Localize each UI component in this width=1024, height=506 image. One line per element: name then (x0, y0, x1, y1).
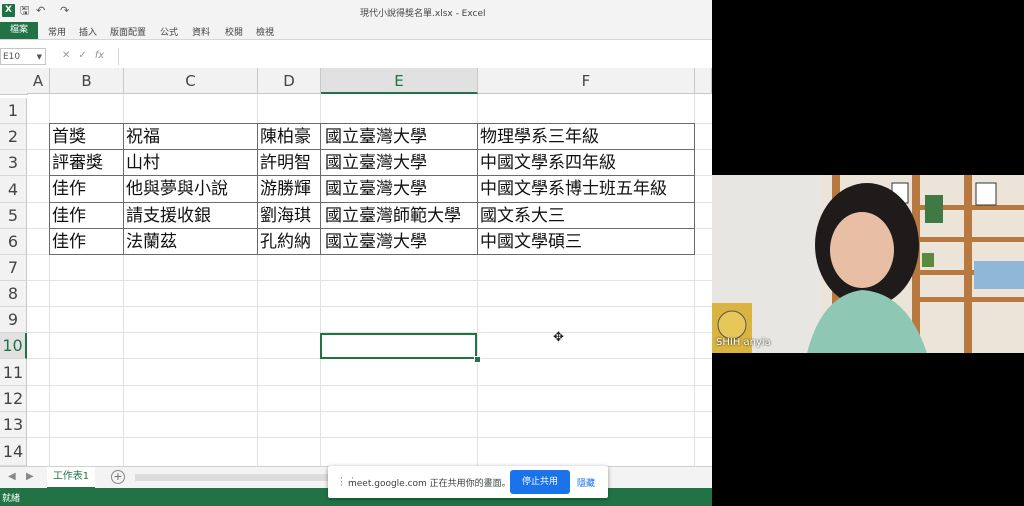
check-icon[interactable]: ✓ (78, 50, 86, 61)
column-header-e[interactable]: E (321, 68, 478, 94)
row-header-6[interactable]: 6 (0, 229, 27, 255)
row-header-14[interactable]: 14 (0, 438, 27, 466)
tab-view[interactable]: 檢視 (256, 25, 274, 38)
cross-cursor-icon: ✥ (553, 330, 564, 345)
row-header-13[interactable]: 13 (0, 412, 27, 438)
column-header-f[interactable]: F (478, 68, 695, 94)
row-header-12[interactable]: 12 (0, 386, 27, 412)
tab-formulas[interactable]: 公式 (160, 25, 178, 38)
name-box[interactable]: E10 ▼ (0, 48, 46, 65)
cell-e3[interactable]: 國立臺灣大學 (325, 150, 477, 176)
tab-review[interactable]: 校閱 (225, 25, 243, 38)
title-bar: X 🖫 ↶ ↷ 現代小說得獎名單.xlsx - Excel (0, 0, 712, 22)
participant-name: SHIH anyia (716, 337, 771, 348)
cell-c5[interactable]: 請支援收銀 (126, 203, 256, 229)
cell-d5[interactable]: 劉海琪 (260, 203, 320, 229)
share-message: meet.google.com 正在共用你的畫面。 (348, 479, 511, 489)
cell-e5[interactable]: 國立臺灣師範大學 (325, 203, 477, 229)
worksheet-grid[interactable]: A B C D E F 1 2 3 4 5 6 7 8 9 10 11 12 1… (0, 68, 712, 466)
cell-c6[interactable]: 法蘭茲 (126, 229, 256, 255)
cell-e4[interactable]: 國立臺灣大學 (325, 176, 477, 202)
cell-d3[interactable]: 許明智 (260, 150, 320, 176)
scroll-right-icon[interactable]: ▶ (26, 471, 34, 482)
cell-d6[interactable]: 孔約納 (260, 229, 320, 255)
row-header-5[interactable]: 5 (0, 203, 27, 229)
row-header-3[interactable]: 3 (0, 150, 27, 176)
formula-bar: E10 ▼ ✕ ✓ fx (0, 46, 712, 69)
scroll-left-icon[interactable]: ◀ (8, 471, 16, 482)
cell-e2[interactable]: 國立臺灣大學 (325, 124, 477, 150)
stop-sharing-button[interactable]: 停止共用 (510, 470, 570, 494)
cell-f2[interactable]: 物理學系三年級 (480, 124, 693, 150)
name-box-value: E10 (3, 52, 21, 62)
screen-share-bar: ⋮⋮ meet.google.com 正在共用你的畫面。 停止共用 隱藏 (328, 466, 608, 498)
add-sheet-icon[interactable]: + (111, 470, 125, 484)
formula-input[interactable] (118, 48, 712, 65)
column-header-c[interactable]: C (124, 68, 258, 94)
column-header-g[interactable] (695, 68, 712, 94)
tab-data[interactable]: 資料 (192, 25, 210, 38)
tab-home[interactable]: 常用 (48, 25, 66, 38)
row-header-10[interactable]: 10 (0, 333, 27, 359)
undo-icon[interactable]: ↶ (36, 4, 45, 18)
horizontal-scrollbar[interactable] (135, 474, 335, 481)
hide-button[interactable]: 隱藏 (577, 476, 595, 489)
cell-f3[interactable]: 中國文學系四年級 (480, 150, 693, 176)
cell-b2[interactable]: 首獎 (52, 124, 122, 150)
cancel-icon[interactable]: ✕ (62, 50, 70, 61)
chevron-down-icon[interactable]: ▼ (37, 49, 42, 66)
cell-b4[interactable]: 佳作 (52, 176, 122, 202)
sheet-tab-1[interactable]: 工作表1 (47, 467, 95, 489)
column-header-a[interactable]: A (27, 68, 50, 94)
video-frame (712, 175, 1024, 353)
tab-page-layout[interactable]: 版面配置 (110, 25, 146, 38)
row-header-8[interactable]: 8 (0, 281, 27, 307)
column-header-d[interactable]: D (258, 68, 321, 94)
formula-buttons: ✕ ✓ fx (62, 50, 112, 61)
fill-handle[interactable] (474, 356, 481, 363)
tab-file[interactable]: 檔案 (0, 22, 38, 39)
cell-b5[interactable]: 佳作 (52, 203, 122, 229)
participant-video-tile[interactable]: SHIH anyia (712, 175, 1024, 353)
row-header-7[interactable]: 7 (0, 255, 27, 281)
row-header-4[interactable]: 4 (0, 176, 27, 203)
column-header-b[interactable]: B (50, 68, 124, 94)
row-header-11[interactable]: 11 (0, 359, 27, 386)
excel-window: X 🖫 ↶ ↷ 現代小說得獎名單.xlsx - Excel 檔案 常用 插入 版… (0, 0, 712, 506)
cell-c3[interactable]: 山村 (126, 150, 256, 176)
cell-b3[interactable]: 評審獎 (52, 150, 122, 176)
ribbon: 檔案 常用 插入 版面配置 公式 資料 校閱 檢視 (0, 22, 712, 40)
cell-e6[interactable]: 國立臺灣大學 (325, 229, 477, 255)
status-text: 就緒 (2, 494, 21, 504)
excel-logo-icon: X (2, 4, 15, 17)
cell-f4[interactable]: 中國文學系博士班五年級 (480, 176, 693, 202)
cell-f6[interactable]: 中國文學碩三 (480, 229, 693, 255)
select-all-corner[interactable] (0, 68, 28, 95)
tab-insert[interactable]: 插入 (79, 25, 97, 38)
selected-cell-e10[interactable] (320, 333, 477, 359)
cell-c4[interactable]: 他與夢與小說 (126, 176, 256, 202)
cell-c2[interactable]: 祝福 (126, 124, 256, 150)
row-header-1[interactable]: 1 (0, 98, 27, 124)
cell-d4[interactable]: 游勝輝 (260, 176, 320, 202)
function-icon[interactable]: fx (95, 50, 104, 61)
cell-b6[interactable]: 佳作 (52, 229, 122, 255)
row-header-2[interactable]: 2 (0, 124, 27, 150)
redo-icon[interactable]: ↷ (60, 4, 69, 18)
save-icon[interactable]: 🖫 (20, 4, 29, 18)
row-header-9[interactable]: 9 (0, 307, 27, 333)
window-title: 現代小說得獎名單.xlsx - Excel (360, 9, 486, 19)
cell-f5[interactable]: 國文系大三 (480, 203, 693, 229)
cell-d2[interactable]: 陳柏豪 (260, 124, 320, 150)
